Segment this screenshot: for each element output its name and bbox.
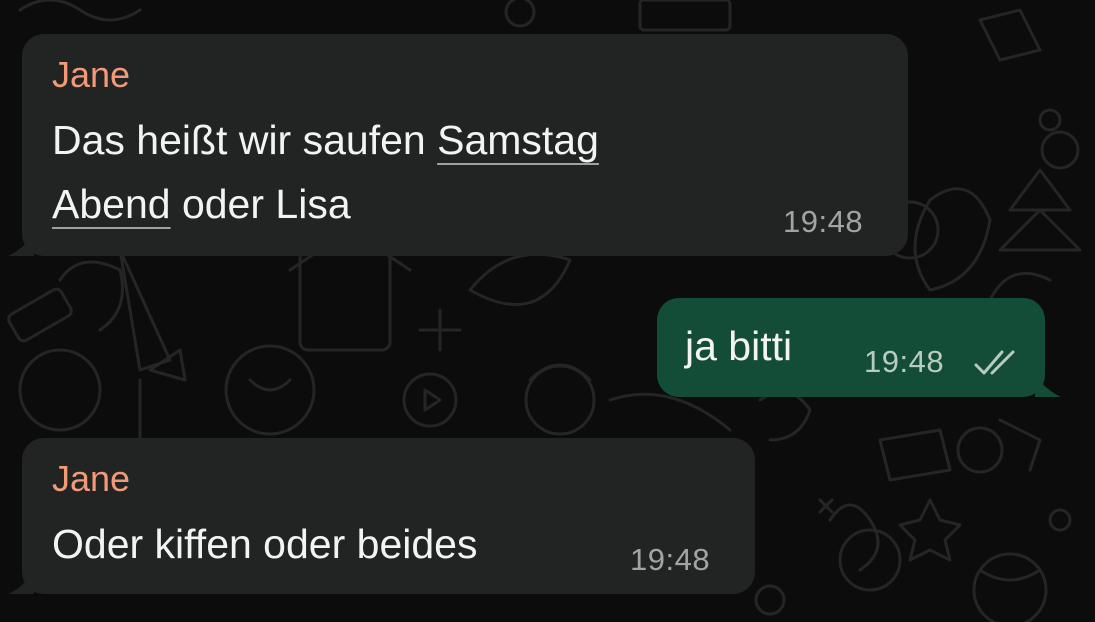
date-link[interactable]: Samstag (437, 117, 599, 163)
bubble-tail (8, 572, 34, 594)
sender-name: Jane (52, 54, 131, 95)
message-timestamp: 19:48 (630, 542, 711, 577)
message-text: Das heißt wir saufen Samstag (52, 117, 599, 163)
date-link[interactable]: Abend (52, 181, 171, 227)
message-timestamp: 19:48 (864, 344, 945, 379)
message-text: ja bitti (685, 323, 793, 369)
bubble-tail (8, 234, 34, 256)
message-bubble-outgoing[interactable]: ja bitti 19:48 (657, 298, 1061, 397)
message-bubble-incoming[interactable]: Jane Das heißt wir saufen Samstag Abend … (8, 34, 908, 256)
message-bubble-incoming[interactable]: Jane Oder kiffen oder beides 19:48 (8, 438, 755, 594)
sender-name: Jane (52, 458, 131, 499)
message-text: Oder kiffen oder beides (52, 521, 478, 567)
bubble-tail (1035, 375, 1061, 397)
double-check-icon (974, 350, 1015, 375)
message-text-line2: Abend oder Lisa (52, 181, 351, 227)
message-timestamp: 19:48 (783, 204, 864, 239)
